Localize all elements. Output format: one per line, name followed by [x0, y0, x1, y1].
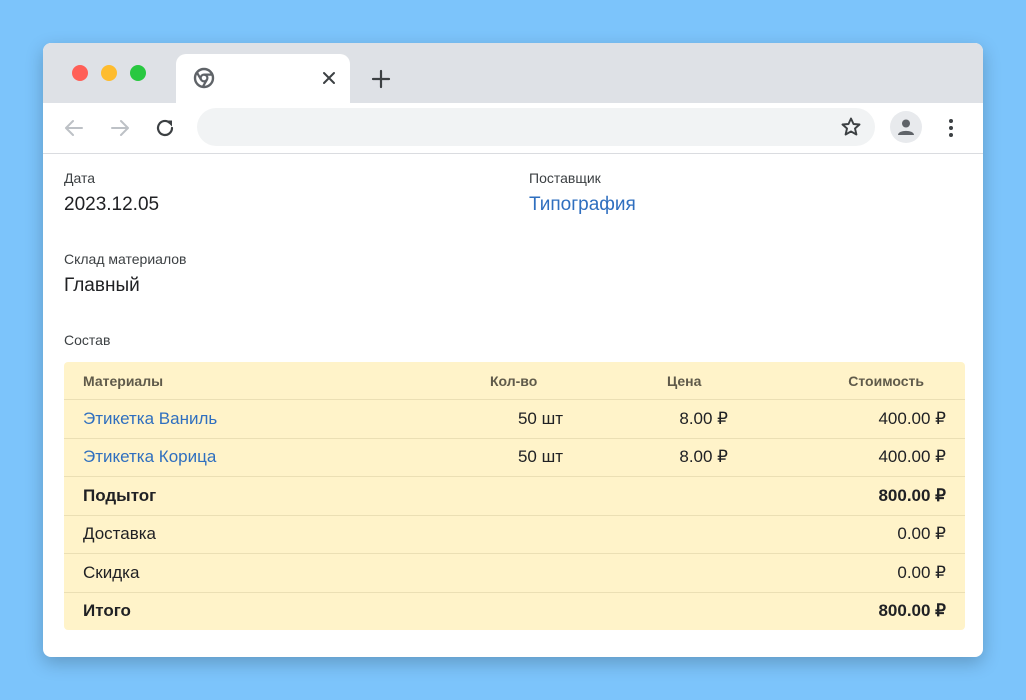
tab-bar	[43, 43, 983, 103]
discount-row: Скидка 0.00 ₽	[64, 553, 965, 593]
price-cell: 8.00 ₽	[563, 399, 728, 439]
profile-avatar[interactable]	[890, 111, 922, 143]
new-tab-icon[interactable]	[369, 67, 393, 91]
subtotal-row: Подытог 800.00 ₽	[64, 476, 965, 516]
browser-window: Дата 2023.12.05 Поставщик Типография Скл…	[43, 43, 983, 657]
address-bar[interactable]	[197, 108, 875, 148]
chrome-icon	[193, 67, 215, 89]
materials-table: Материалы Кол-во Цена Стоимость Этикетка…	[64, 362, 965, 630]
delivery-value: 0.00 ₽	[728, 515, 965, 554]
supplier-label: Поставщик	[529, 170, 601, 186]
cost-cell: 400.00 ₽	[728, 399, 965, 439]
table-row: Этикетка Ваниль 50 шт 8.00 ₽ 400.00 ₽	[64, 399, 965, 439]
warehouse-label: Склад материалов	[64, 251, 187, 267]
supplier-link[interactable]: Типография	[529, 194, 636, 216]
browser-tab[interactable]	[176, 54, 350, 103]
material-link[interactable]: Этикетка Корица	[83, 447, 216, 466]
back-arrow-icon[interactable]	[62, 116, 86, 140]
reload-icon[interactable]	[153, 116, 177, 140]
header-materials: Материалы	[64, 362, 443, 400]
delivery-row: Доставка 0.00 ₽	[64, 515, 965, 554]
url-input[interactable]	[215, 108, 819, 148]
maximize-window-button[interactable]	[130, 65, 146, 81]
subtotal-label: Подытог	[64, 476, 443, 516]
subtotal-value: 800.00 ₽	[728, 476, 965, 516]
material-link[interactable]: Этикетка Ваниль	[83, 409, 217, 428]
price-cell: 8.00 ₽	[563, 438, 728, 477]
discount-value: 0.00 ₽	[728, 553, 965, 593]
qty-cell: 50 шт	[443, 399, 563, 439]
cost-cell: 400.00 ₽	[728, 438, 965, 477]
close-tab-icon[interactable]	[318, 67, 340, 89]
table-header-row: Материалы Кол-во Цена Стоимость	[64, 362, 965, 400]
bookmark-star-icon[interactable]	[839, 115, 863, 139]
warehouse-value: Главный	[64, 275, 140, 296]
composition-label: Состав	[64, 332, 111, 348]
forward-arrow-icon[interactable]	[108, 116, 132, 140]
header-price: Цена	[563, 362, 728, 400]
date-label: Дата	[64, 170, 96, 186]
more-menu-icon[interactable]	[939, 116, 963, 140]
header-qty: Кол-во	[443, 362, 563, 400]
qty-cell: 50 шт	[443, 438, 563, 477]
page-content: Дата 2023.12.05 Поставщик Типография Скл…	[43, 154, 983, 657]
total-label: Итого	[83, 601, 131, 621]
total-value: 800.00 ₽	[878, 601, 946, 621]
header-cost: Стоимость	[728, 362, 965, 400]
person-icon	[898, 119, 914, 135]
close-window-button[interactable]	[72, 65, 88, 81]
total-row: Итого 800.00 ₽	[64, 592, 965, 630]
discount-label: Скидка	[64, 553, 443, 593]
date-value: 2023.12.05	[64, 194, 160, 215]
minimize-window-button[interactable]	[101, 65, 117, 81]
browser-toolbar	[43, 103, 983, 154]
delivery-label: Доставка	[64, 515, 443, 554]
table-row: Этикетка Корица 50 шт 8.00 ₽ 400.00 ₽	[64, 438, 965, 477]
